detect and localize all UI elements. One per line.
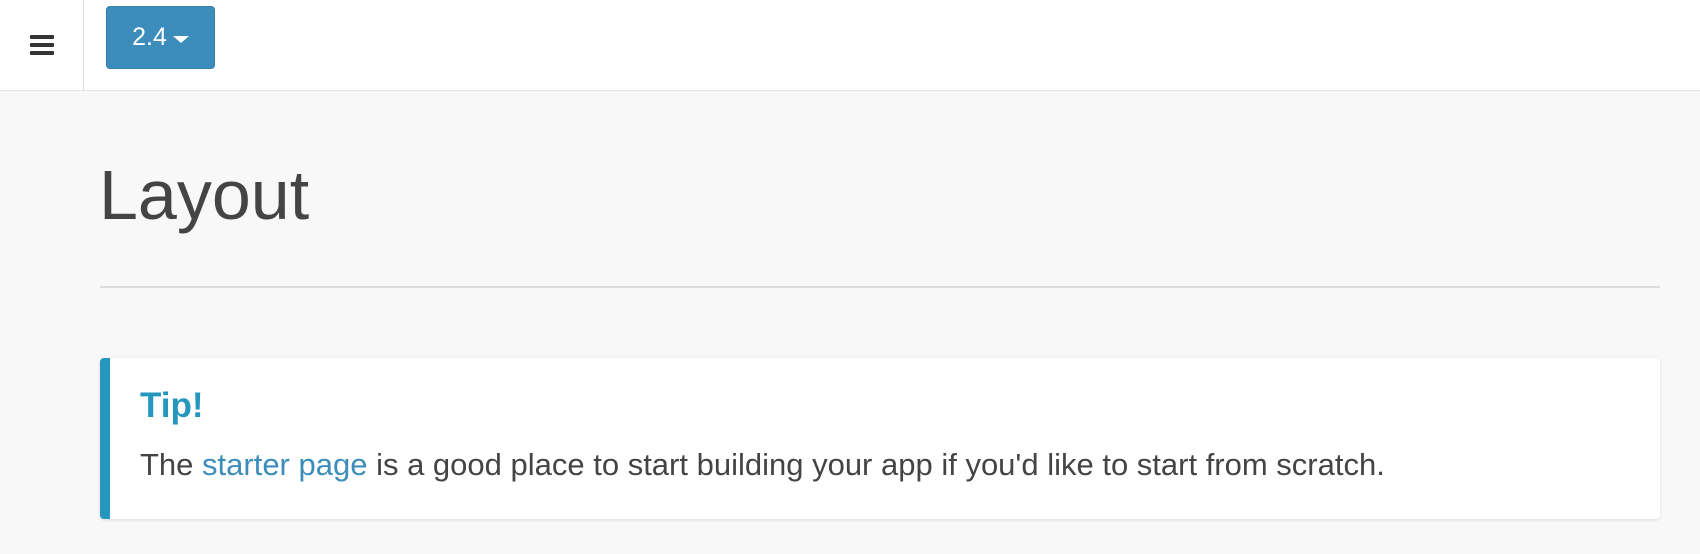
sidebar-toggle-button[interactable] <box>0 0 84 90</box>
hamburger-menu-icon <box>29 35 54 55</box>
callout-text-before: The <box>140 447 203 482</box>
top-navbar: 2.4 <box>0 0 1700 91</box>
callout-text: The starter page is a good place to star… <box>140 446 1385 483</box>
callout-text-after: is a good place to start building your a… <box>367 447 1385 482</box>
tip-callout: Tip! The starter page is a good place to… <box>100 358 1660 519</box>
page-title: Layout <box>99 156 310 234</box>
version-label: 2.4 <box>132 23 167 51</box>
starter-page-link[interactable]: starter page <box>202 447 367 482</box>
callout-title: Tip! <box>140 386 204 425</box>
caret-down-icon <box>172 35 189 43</box>
version-dropdown-button[interactable]: 2.4 <box>106 6 215 69</box>
title-divider <box>100 286 1660 288</box>
